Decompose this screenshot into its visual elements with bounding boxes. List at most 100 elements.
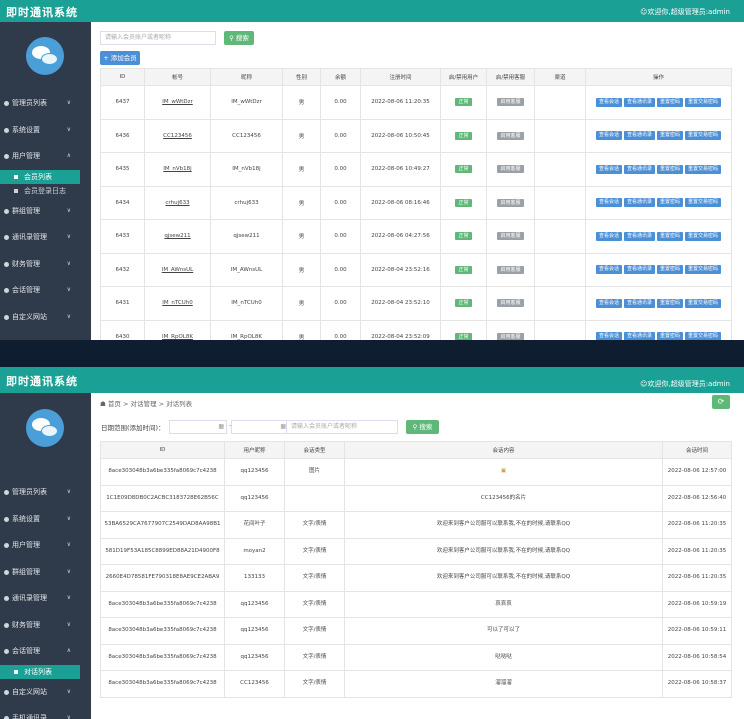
submenu-bullet-icon: [14, 188, 18, 193]
reset-password-button[interactable]: 重置密码: [657, 131, 684, 141]
search-input[interactable]: 请输入会员账户或者昵称: [286, 420, 398, 434]
sidebar-item[interactable]: 财务管理 ∨: [0, 251, 91, 278]
add-member-button[interactable]: + 添加会员: [100, 51, 140, 65]
chevron-icon: ∨: [66, 312, 71, 320]
view-conversation-button[interactable]: 查看会话: [595, 231, 622, 241]
refresh-button[interactable]: ⟳: [712, 395, 730, 409]
user-status-toggle[interactable]: 正常: [455, 198, 472, 207]
reset-trade-password-button[interactable]: 重置交易密码: [685, 198, 722, 208]
sidebar-subitem[interactable]: 对话列表: [0, 664, 80, 679]
cell-account-link[interactable]: IM_nVb18j: [144, 152, 211, 187]
reset-trade-password-button[interactable]: 重置交易密码: [685, 231, 722, 241]
sidebar-item[interactable]: 管理员列表 ∨: [0, 90, 91, 117]
reset-password-button[interactable]: 重置密码: [657, 265, 684, 275]
user-status-toggle[interactable]: 正常: [455, 299, 472, 308]
view-contacts-button[interactable]: 查看通讯录: [623, 298, 655, 308]
sidebar: 管理员列表 ∨ 系统设置 ∨ 用户管理 ∨ 群组管理 ∨ 通讯录管理 ∨ 财务管理 ∨ 会话管理 ∧ 对话列…: [0, 393, 91, 719]
cs-status-toggle[interactable]: 启用客服: [497, 165, 524, 174]
sidebar-item[interactable]: 系统设置 ∨: [0, 506, 91, 533]
user-status-toggle[interactable]: 正常: [455, 232, 472, 241]
user-status-toggle[interactable]: 正常: [455, 332, 472, 340]
cs-status-toggle[interactable]: 启用客服: [497, 232, 524, 241]
cell-account-link[interactable]: IM_nTCUh0: [144, 286, 211, 321]
reset-password-button[interactable]: 重置密码: [657, 198, 684, 208]
reset-password-button[interactable]: 重置密码: [657, 231, 684, 241]
sidebar-item[interactable]: 财务管理 ∨: [0, 612, 91, 639]
sidebar-item[interactable]: 通讯录管理 ∨: [0, 585, 91, 612]
view-conversation-button[interactable]: 查看会话: [595, 265, 622, 275]
reset-trade-password-button[interactable]: 重置交易密码: [685, 164, 722, 174]
cs-status-toggle[interactable]: 启用客服: [497, 299, 524, 308]
search-button[interactable]: ⚲ 搜索: [224, 31, 254, 45]
reset-password-button[interactable]: 重置密码: [657, 97, 684, 107]
user-status-toggle[interactable]: 正常: [455, 165, 472, 174]
cell-account-link[interactable]: IM_wWtDzr: [144, 85, 211, 120]
reset-password-button[interactable]: 重置密码: [657, 298, 684, 308]
view-conversation-button[interactable]: 查看会话: [595, 164, 622, 174]
cell-cs-status: 启用客服: [486, 118, 535, 153]
sidebar-item[interactable]: 用户管理 ∧: [0, 143, 91, 170]
sidebar-item[interactable]: 系统设置 ∨: [0, 117, 91, 144]
view-conversation-button[interactable]: 查看会话: [595, 97, 622, 107]
sidebar-item[interactable]: 群组管理 ∨: [0, 198, 91, 225]
member-table: ID 帐号 昵称 性别 余额 注册时间 启/禁用用户 启/禁用客服 渠道 操作 6437 IM_wW…: [100, 68, 732, 340]
sidebar-item[interactable]: 群组管理 ∨: [0, 559, 91, 586]
cs-status-toggle[interactable]: 启用客服: [497, 98, 524, 107]
reset-trade-password-button[interactable]: 重置交易密码: [685, 298, 722, 308]
cell-actions: 查看会话 查看通讯录 重置密码 重置交易密码: [585, 85, 732, 120]
view-conversation-button[interactable]: 查看会话: [595, 198, 622, 208]
cell-account-link[interactable]: IM_RpOL8K: [144, 319, 211, 340]
search-input[interactable]: 请输入会员账户或者昵称: [100, 31, 216, 45]
view-conversation-button[interactable]: 查看会话: [595, 131, 622, 141]
sidebar-subitem-label: 会员列表: [24, 172, 52, 181]
view-conversation-button[interactable]: 查看会话: [595, 298, 622, 308]
date-start-input[interactable]: ▦: [169, 420, 227, 434]
cell-account-link[interactable]: qjsew211: [144, 219, 211, 254]
reset-trade-password-button[interactable]: 重置交易密码: [685, 332, 722, 340]
sidebar-subitem[interactable]: 会员列表: [0, 169, 80, 184]
view-contacts-button[interactable]: 查看通讯录: [623, 332, 655, 340]
breadcrumb-conversation-mgmt[interactable]: 对话管理: [131, 400, 157, 408]
chevron-icon: ∨: [66, 567, 71, 575]
view-contacts-button[interactable]: 查看通讯录: [623, 131, 655, 141]
cell-account-link[interactable]: IM_AWnsUL: [144, 252, 211, 287]
view-contacts-button[interactable]: 查看通讯录: [623, 231, 655, 241]
reset-password-button[interactable]: 重置密码: [657, 164, 684, 174]
sidebar-item[interactable]: 通讯录管理 ∨: [0, 224, 91, 251]
sidebar-item[interactable]: 手机通讯录 ∨: [0, 705, 91, 719]
view-contacts-button[interactable]: 查看通讯录: [623, 164, 655, 174]
cell-id: 6436: [100, 118, 145, 153]
sidebar-item[interactable]: 用户管理 ∨: [0, 532, 91, 559]
cell-account-link[interactable]: CC123456: [144, 118, 211, 153]
reset-password-button[interactable]: 重置密码: [657, 332, 684, 340]
sidebar-subitem[interactable]: 会员登录日志: [0, 184, 91, 198]
sidebar-item[interactable]: 会话管理 ∨: [0, 277, 91, 304]
cs-status-toggle[interactable]: 启用客服: [497, 198, 524, 207]
view-contacts-button[interactable]: 查看通讯录: [623, 198, 655, 208]
user-status-toggle[interactable]: 正常: [455, 265, 472, 274]
search-button[interactable]: ⚲ 搜索: [406, 420, 439, 434]
reset-trade-password-button[interactable]: 重置交易密码: [685, 265, 722, 275]
cs-status-toggle[interactable]: 启用客服: [497, 332, 524, 340]
cs-status-toggle[interactable]: 启用客服: [497, 265, 524, 274]
view-contacts-button[interactable]: 查看通讯录: [623, 265, 655, 275]
view-conversation-button[interactable]: 查看会话: [595, 332, 622, 340]
cell-account-link[interactable]: crhuj633: [144, 185, 211, 220]
sidebar-item[interactable]: 管理员列表 ∨: [0, 479, 91, 506]
cell-id: 6431: [100, 286, 145, 321]
reset-trade-password-button[interactable]: 重置交易密码: [685, 97, 722, 107]
sidebar-item[interactable]: 自定义网站 ∨: [0, 304, 91, 331]
cell-id: 1C1E09D8DB0C2ACBC3183728E62B56C: [100, 484, 225, 512]
view-contacts-button[interactable]: 查看通讯录: [623, 97, 655, 107]
sidebar-item[interactable]: 自定义网站 ∨: [0, 679, 91, 706]
reset-trade-password-button[interactable]: 重置交易密码: [685, 131, 722, 141]
user-status-toggle[interactable]: 正常: [455, 98, 472, 107]
user-status-toggle[interactable]: 正常: [455, 131, 472, 140]
cell-channel: [534, 85, 586, 120]
date-end-input[interactable]: ▦: [231, 420, 289, 434]
sidebar-item[interactable]: 会话管理 ∧: [0, 638, 91, 665]
cell-id: 2660E4D78581FE790318E8AE9CE2ABA9: [100, 564, 225, 592]
calendar-icon: ▦: [218, 423, 224, 430]
breadcrumb-home[interactable]: 首页: [108, 400, 121, 408]
cs-status-toggle[interactable]: 启用客服: [497, 131, 524, 140]
